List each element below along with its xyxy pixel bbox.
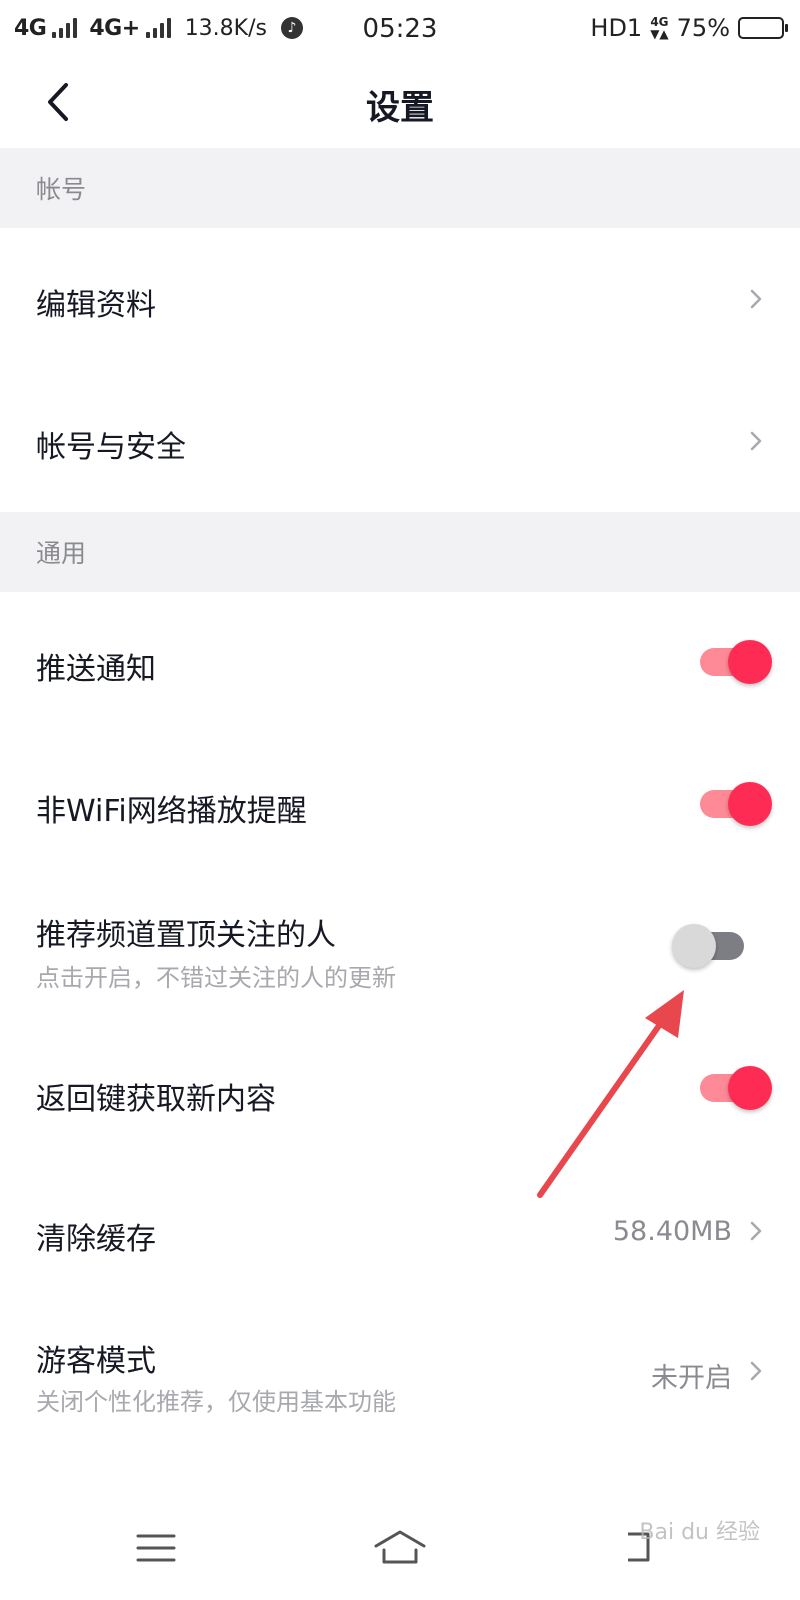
annotation-arrow-icon bbox=[537, 990, 684, 1198]
chevron-right-icon bbox=[750, 431, 762, 451]
cache-size: 58.40MB bbox=[612, 1216, 732, 1247]
signal-bars-icon bbox=[145, 18, 171, 38]
page-title: 设置 bbox=[366, 88, 434, 128]
section-header-account: 帐号 bbox=[0, 148, 800, 228]
nav-bar: 设置 bbox=[0, 56, 800, 148]
pin-followed-label: 推荐频道置顶关注的人 bbox=[36, 918, 336, 953]
guest-mode-subtitle: 关闭个性化推荐，仅使用基本功能 bbox=[36, 1388, 396, 1416]
push-notification-toggle[interactable] bbox=[692, 638, 772, 686]
guest-mode-row[interactable]: 游客模式 关闭个性化推荐，仅使用基本功能 未开启 bbox=[0, 1308, 800, 1458]
account-security-label: 帐号与安全 bbox=[36, 430, 186, 465]
chevron-right-icon bbox=[750, 289, 762, 309]
watermark: Bai du 经验 bbox=[639, 1520, 760, 1545]
guest-mode-status: 未开启 bbox=[651, 1363, 732, 1394]
account-security-row[interactable]: 帐号与安全 bbox=[0, 370, 800, 512]
music-note-icon: ♪ bbox=[280, 17, 303, 39]
menu-button[interactable] bbox=[116, 1518, 196, 1578]
network-label-1: 4G bbox=[14, 15, 47, 41]
status-left: 4G 4G+ 13.8K/s ♪ bbox=[14, 16, 344, 41]
edit-profile-row[interactable]: 编辑资料 bbox=[0, 228, 800, 370]
non-wifi-reminder-toggle[interactable] bbox=[692, 780, 772, 828]
status-right: HD1 4G ▼▲ 75% bbox=[590, 14, 788, 42]
push-notification-row: 推送通知 bbox=[0, 592, 800, 736]
non-wifi-reminder-label: 非WiFi网络播放提醒 bbox=[36, 794, 307, 829]
hd-label: HD1 bbox=[590, 14, 643, 42]
home-icon bbox=[374, 1530, 426, 1564]
section-header-general: 通用 bbox=[0, 512, 800, 592]
status-bar: 4G 4G+ 13.8K/s ♪ 05:23 HD1 4G ▼▲ 75% bbox=[0, 0, 800, 56]
non-wifi-reminder-row: 非WiFi网络播放提醒 bbox=[0, 736, 800, 880]
guest-mode-label: 游客模式 bbox=[36, 1344, 156, 1379]
network-speed: 13.8K/s bbox=[184, 15, 267, 41]
volte-icon: 4G ▼▲ bbox=[650, 15, 669, 41]
home-button[interactable] bbox=[360, 1518, 440, 1578]
back-key-refresh-label: 返回键获取新内容 bbox=[36, 1082, 276, 1117]
network-label-2: 4G+ bbox=[89, 15, 140, 41]
signal-bars-icon bbox=[52, 18, 78, 38]
push-notification-label: 推送通知 bbox=[36, 652, 156, 687]
menu-icon bbox=[136, 1534, 176, 1562]
battery-icon bbox=[738, 17, 788, 39]
edit-profile-label: 编辑资料 bbox=[36, 288, 156, 323]
battery-percent: 75% bbox=[676, 14, 730, 42]
clear-cache-label: 清除缓存 bbox=[36, 1222, 156, 1257]
pin-followed-toggle[interactable] bbox=[672, 922, 752, 970]
chevron-right-icon bbox=[750, 1221, 762, 1241]
pin-followed-subtitle: 点击开启，不错过关注的人的更新 bbox=[36, 964, 396, 992]
chevron-right-icon bbox=[750, 1361, 762, 1381]
